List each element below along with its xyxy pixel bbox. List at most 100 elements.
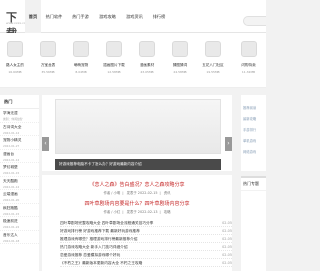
app-card[interactable]: 万宝龙表 35.56MB	[33, 41, 63, 74]
list-item[interactable]: 学海无涯 类别：休闲益智	[0, 109, 39, 123]
app-icon	[205, 41, 221, 57]
app-card[interactable]: 五花八门社区 19.55MB	[198, 41, 228, 74]
right-link[interactable]: 最新攻略	[243, 116, 266, 121]
app-icon	[106, 41, 122, 57]
list-item-sub: 2022-01-15	[3, 171, 20, 175]
list-item[interactable]: 云端漫画 2022-01-20	[0, 190, 39, 204]
news-title: 热门游戏攻略大全 新手入门技巧详细介绍	[60, 245, 128, 249]
app-icon	[240, 41, 257, 57]
right-link[interactable]: 网络游戏	[243, 149, 266, 154]
list-item-sub: 2022-01-22	[3, 225, 20, 229]
nav-hot-mobile-games[interactable]: 热门手游	[67, 0, 94, 33]
news-row[interactable]: 热门游戏攻略大全 新手入门技巧详细介绍 02-05	[60, 243, 232, 251]
list-item[interactable]: 梦幻城堡 2022-01-15	[0, 163, 39, 177]
nav-hot-software[interactable]: 热门软件	[41, 0, 67, 33]
news-row[interactable]: 《不朽之王》最新版本更新内容大全 不朽之王攻略 02-05	[60, 259, 232, 267]
app-size: 35.56MB	[41, 70, 55, 74]
app-name: 五花八门社区	[202, 63, 224, 67]
list-item-title: 疯狂跑酷	[3, 205, 18, 210]
app-size: 16.69MB	[8, 70, 22, 74]
list-item-title: 学海无涯	[3, 111, 18, 115]
news-title: 推理游戏有哪些？推理游戏排行榜最新推荐介绍	[60, 237, 138, 241]
list-item-sub: 2022-01-12	[3, 184, 20, 189]
news-date: 02-05	[222, 237, 232, 241]
article-item[interactable]: 《恋人之森》告白盛况？恋人之森攻略分享 作者 / 小明 | 发表于 2022-02…	[42, 181, 232, 195]
app-name: 插画图片下载	[103, 63, 125, 67]
news-row[interactable]: 推理游戏有哪些？推理游戏排行榜最新推荐介绍 02-05	[60, 235, 232, 243]
right-sidebar: 推荐阅读 最新攻略 手游排行 单机游戏 网络游戏 热门专题	[241, 95, 266, 271]
app-name: 闪购特卖	[241, 63, 256, 67]
article-author: 作者 / 小红	[103, 210, 121, 214]
search-input[interactable]	[243, 16, 266, 26]
list-item[interactable]: 天天酷跑 2022-01-12	[0, 177, 39, 190]
news-row[interactable]: 好游戏排行榜 好游戏推荐下载 最新好玩游戏推荐 02-05	[60, 227, 232, 235]
article-meta: 作者 / 小红 | 发表于 2022-02-13 | 攻略	[103, 210, 171, 214]
news-row[interactable]: 恋爱游戏推荐 恋爱模拟游戏哪个好玩 02-05	[60, 251, 232, 259]
app-name: 萌萌宠物	[73, 63, 89, 67]
app-size: 43.05MB	[140, 70, 154, 74]
list-item-sub: 2022-01-27	[3, 144, 20, 148]
list-item[interactable]: 宠物小精灵 2022-01-27	[0, 136, 39, 150]
nav-rankings[interactable]: 排行榜	[148, 0, 170, 33]
app-size: 12.58MB	[107, 70, 121, 74]
app-size: 11.32MB	[241, 70, 256, 74]
news-title: 恋爱游戏推荐 恋爱模拟游戏哪个好玩	[60, 253, 121, 257]
app-name: 漫画素材	[139, 63, 155, 67]
nav-game-guides[interactable]: 游戏攻略	[94, 0, 121, 33]
app-strip: 路人女主的 16.69MB 万宝龙表 35.56MB 萌萌宠物 8.04MB 插…	[0, 33, 266, 88]
news-date: 02-05	[222, 253, 232, 257]
app-card[interactable]: 猜图猜词 24.58MB	[165, 41, 195, 74]
article-title[interactable]: 《恋人之森》告白盛况？恋人之森攻略分享	[42, 181, 232, 188]
list-item-title: 古诗词大全	[3, 124, 22, 129]
article-date: 发表于 2022-02-15	[126, 191, 158, 195]
app-icon	[40, 41, 56, 57]
special-topics-body	[241, 191, 266, 271]
list-item[interactable]: 疯狂跑酷 2022-01-15	[0, 204, 39, 217]
app-card[interactable]: 萌萌宠物 8.04MB	[66, 41, 96, 74]
left-sidebar: 热门 学海无涯 类别：休闲益智 古诗词大全 2022-01-12 宠物小精灵 2022…	[0, 95, 39, 271]
news-row[interactable]: 四叶草剧场完整攻略大全 四叶草剧场全流程通关技巧分享 02-05	[60, 219, 232, 227]
news-title: 四叶草剧场完整攻略大全 四叶草剧场全流程通关技巧分享	[60, 221, 154, 225]
site-logo[interactable]: 下载 www.xxxx.com	[1, 6, 29, 40]
list-item-title: 天天酷跑	[3, 178, 18, 183]
list-item[interactable]: 极速前进 2022-01-22	[0, 217, 39, 231]
banner-image[interactable]	[55, 99, 221, 154]
banner-caption[interactable]: 好游戏推荐电脑不卡了怎么办？好游戏最新内容介绍	[55, 159, 221, 170]
nav-home[interactable]: 首页	[25, 0, 41, 33]
article-meta: 作者 / 小明 | 发表于 2022-02-15 | 资讯	[103, 191, 171, 195]
list-item[interactable]: 古诗词大全 2022-01-12	[0, 123, 39, 136]
app-card[interactable]: 路人女主的 16.69MB	[0, 41, 30, 74]
article-category[interactable]: 资讯	[164, 191, 171, 195]
list-item-sub: 2022-01-12	[3, 157, 20, 162]
main-content: 好游戏推荐电脑不卡了怎么办？好游戏最新内容介绍 ‹ › 《恋人之森》告白盛况？恋…	[42, 95, 232, 271]
list-item[interactable]: 漫画台 2022-01-12	[0, 150, 39, 163]
site-header: 下载 www.xxxx.com 首页 热门软件 热门手游 游戏攻略 游戏资讯 排…	[0, 0, 266, 40]
app-card[interactable]: 闪购特卖 11.32MB	[231, 41, 266, 74]
list-item-title: 音乐达人	[3, 232, 18, 237]
right-panel: 推荐阅读 最新攻略 手游排行 单机游戏 网络游戏	[241, 95, 266, 171]
app-icon	[172, 41, 188, 57]
list-item-title: 云端漫画	[3, 192, 18, 196]
right-link[interactable]: 推荐阅读	[243, 105, 266, 110]
list-item-title: 宠物小精灵	[3, 138, 22, 142]
list-item[interactable]: 音乐达人 2022-01-18	[0, 231, 39, 244]
special-topics-title: 热门专题	[243, 181, 259, 186]
news-title: 好游戏排行榜 好游戏推荐下载 最新好玩游戏推荐	[60, 229, 140, 233]
article-title[interactable]: 四叶草剧场内容要是什么？四叶草剧场内容分享	[42, 200, 232, 207]
main-nav: 首页 热门软件 热门手游 游戏攻略 游戏资讯 排行榜	[25, 0, 170, 33]
app-card[interactable]: 插画图片下载 12.58MB	[99, 41, 129, 74]
app-card[interactable]: 漫画素材 43.05MB	[132, 41, 162, 74]
chevron-right-icon[interactable]: ›	[225, 137, 232, 151]
app-icon	[73, 41, 89, 57]
list-item-title: 极速前进	[3, 219, 18, 223]
right-link[interactable]: 手游排行	[243, 127, 266, 132]
list-item-sub: 2022-01-18	[3, 238, 20, 243]
news-list: 四叶草剧场完整攻略大全 四叶草剧场全流程通关技巧分享 02-05 好游戏排行榜 好…	[60, 219, 232, 267]
app-size: 19.55MB	[206, 70, 220, 74]
list-item-title: 梦幻城堡	[3, 165, 18, 169]
chevron-left-icon[interactable]: ‹	[42, 137, 49, 151]
nav-game-news[interactable]: 游戏资讯	[121, 0, 148, 33]
article-category[interactable]: 攻略	[164, 210, 171, 214]
article-item[interactable]: 四叶草剧场内容要是什么？四叶草剧场内容分享 作者 / 小红 | 发表于 2022-…	[42, 200, 232, 214]
right-link[interactable]: 单机游戏	[243, 138, 266, 143]
